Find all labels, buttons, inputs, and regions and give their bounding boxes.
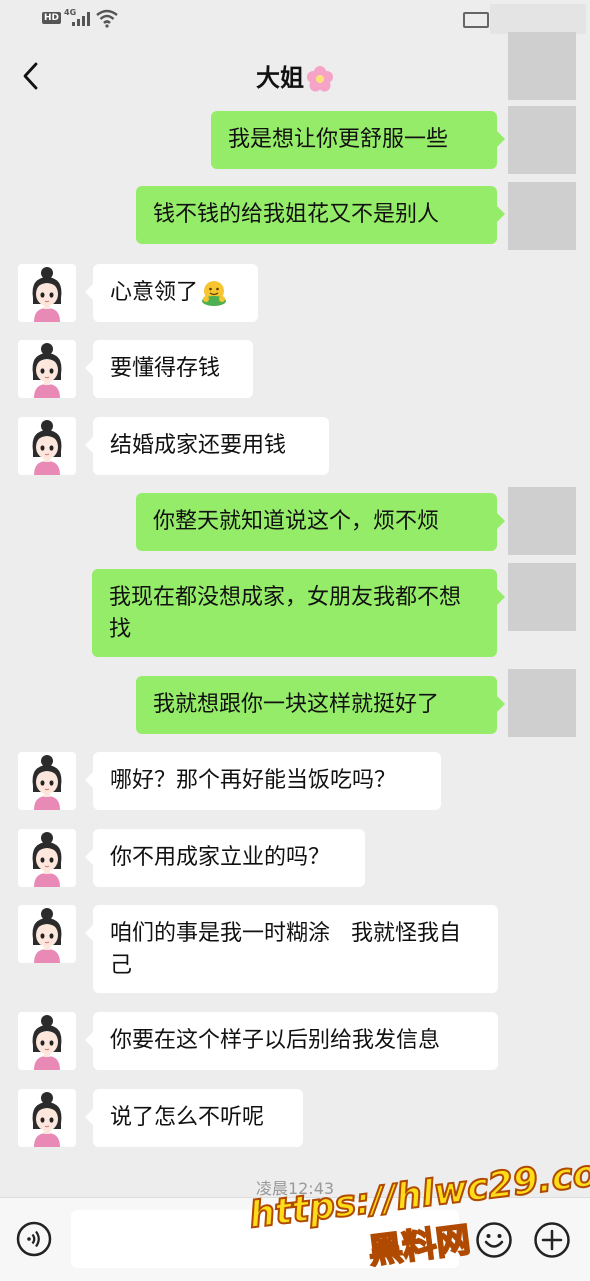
contact-avatar[interactable] — [18, 1012, 76, 1070]
girl-avatar-icon — [18, 340, 76, 398]
contact-avatar[interactable] — [18, 752, 76, 810]
redacted-status-area — [490, 4, 586, 34]
message-text: 你要在这个样子以后别给我发信息 — [110, 1028, 441, 1053]
message-text: 心意领了 — [110, 280, 199, 305]
message-bubble-in[interactable]: 咱们的事是我一时糊涂 我就怪我自己 — [85, 905, 498, 993]
contact-avatar[interactable] — [18, 340, 76, 398]
message-bubble-out[interactable]: 我现在都没想成家，女朋友我都不想找 — [92, 569, 505, 657]
watermark: https://hlwc29.com 黑料网 — [246, 1148, 590, 1274]
self-avatar-redacted — [508, 487, 576, 555]
contact-avatar[interactable] — [18, 905, 76, 963]
message-bubble-in[interactable]: 心意领了 — [85, 264, 258, 322]
self-avatar-redacted — [508, 106, 576, 174]
girl-avatar-icon — [18, 1089, 76, 1147]
girl-avatar-icon — [18, 1012, 76, 1070]
chat-title: 大姐 — [0, 58, 590, 93]
message-text: 我现在都没想成家，女朋友我都不想找 — [109, 585, 462, 642]
message-text: 你整天就知道说这个，烦不烦 — [153, 509, 440, 534]
girl-avatar-icon — [18, 417, 76, 475]
wifi-icon — [96, 9, 118, 28]
message-bubble-in[interactable]: 说了怎么不听呢 — [85, 1089, 303, 1147]
message-bubble-out[interactable]: 钱不钱的给我姐花又不是别人 — [136, 186, 505, 244]
status-bar: HD 4G — [0, 0, 590, 36]
self-avatar-redacted — [508, 182, 576, 250]
voice-icon[interactable] — [16, 1221, 52, 1257]
message-bubble-in[interactable]: 结婚成家还要用钱 — [85, 417, 329, 475]
message-bubble-out[interactable]: 你整天就知道说这个，烦不烦 — [136, 493, 505, 551]
message-bubble-out[interactable]: 我是想让你更舒服一些 — [211, 111, 505, 169]
contact-avatar[interactable] — [18, 829, 76, 887]
message-text: 说了怎么不听呢 — [110, 1105, 265, 1130]
message-text: 结婚成家还要用钱 — [110, 433, 287, 458]
chat-header: 大姐 — [0, 32, 590, 116]
message-bubble-in[interactable]: 你不用成家立业的吗？ — [85, 829, 365, 887]
battery-icon — [463, 12, 489, 28]
message-text: 钱不钱的给我姐花又不是别人 — [153, 202, 440, 227]
contact-avatar[interactable] — [18, 417, 76, 475]
girl-avatar-icon — [18, 752, 76, 810]
message-text: 我是想让你更舒服一些 — [228, 127, 449, 152]
watermark-site-name: 黑料网 — [365, 1219, 473, 1273]
contact-avatar[interactable] — [18, 1089, 76, 1147]
signal-icon — [72, 12, 94, 26]
message-bubble-out[interactable]: 我就想跟你一块这样就挺好了 — [136, 676, 505, 734]
message-text: 你不用成家立业的吗？ — [110, 845, 331, 870]
contact-avatar[interactable] — [18, 264, 76, 322]
message-text: 哪好？那个再好能当饭吃吗？ — [110, 768, 397, 793]
message-bubble-in[interactable]: 哪好？那个再好能当饭吃吗？ — [85, 752, 441, 810]
message-bubble-in[interactable]: 你要在这个样子以后别给我发信息 — [85, 1012, 498, 1070]
flower-emoji — [307, 66, 333, 92]
girl-avatar-icon — [18, 829, 76, 887]
contact-name: 大姐 — [256, 64, 304, 92]
hd-badge: HD — [42, 12, 62, 24]
message-text: 我就想跟你一块这样就挺好了 — [153, 692, 440, 717]
hug-emoji — [202, 281, 227, 306]
self-avatar-redacted — [508, 563, 576, 631]
girl-avatar-icon — [18, 264, 76, 322]
girl-avatar-icon — [18, 905, 76, 963]
self-avatar-redacted — [508, 669, 576, 737]
message-bubble-in[interactable]: 要懂得存钱 — [85, 340, 253, 398]
redacted-right-avatar — [508, 32, 576, 100]
message-text: 咱们的事是我一时糊涂 我就怪我自己 — [110, 921, 461, 978]
message-text: 要懂得存钱 — [110, 356, 221, 381]
